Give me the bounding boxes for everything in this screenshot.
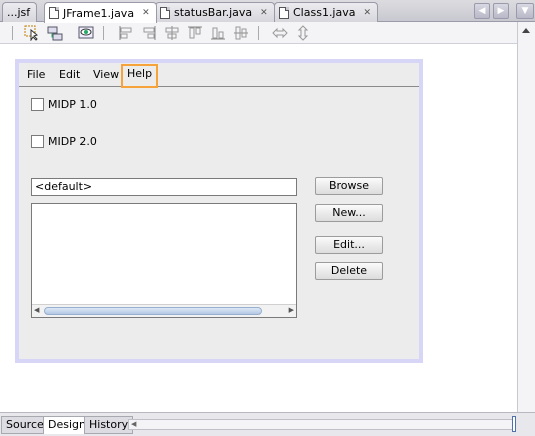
center-horizontal-icon[interactable] [164,25,180,41]
toolbar-separator [258,26,259,40]
close-icon[interactable]: ✕ [142,8,150,18]
center-vertical-icon[interactable] [233,25,249,41]
view-tab-bar: Source Design History ◀ [0,412,535,436]
connection-mode-icon[interactable] [47,25,63,41]
editor-tab-bar: ...jsf JFrame1.java ✕ statusBar.java ✕ C… [0,0,535,23]
checkbox-midp1[interactable]: MIDP 1.0 [31,98,97,111]
vertical-scrollbar[interactable] [517,22,535,412]
tab-label: statusBar.java [174,6,253,19]
scroll-tabs-left-icon[interactable]: ◀ [474,3,490,19]
tab-source[interactable]: Source [1,416,49,434]
tab-jframe1[interactable]: JFrame1.java ✕ [44,2,157,23]
design-canvas: File Edit View Help MIDP 1.0 MIDP 2.0 <d… [0,44,517,412]
tab-statusbar[interactable]: statusBar.java ✕ [155,2,275,22]
scroll-left-icon[interactable]: ◀ [34,306,39,314]
checkbox-box[interactable] [31,98,44,111]
menu-bar: File Edit View Help [19,63,419,88]
toolbar-separator [103,26,104,40]
checkbox-label: MIDP 1.0 [48,98,97,111]
checkbox-box[interactable] [31,135,44,148]
align-right-icon[interactable] [141,25,157,41]
toolbar-separator [12,26,13,40]
horizontal-scrollbar[interactable]: ◀ ▶ [32,304,296,317]
scroll-left-icon[interactable]: ◀ [131,420,136,428]
java-file-icon [49,7,59,19]
scroll-right-icon[interactable]: ▶ [289,306,294,314]
item-list[interactable]: ◀ ▶ [31,203,297,318]
close-icon[interactable]: ✕ [363,8,371,18]
change-horizontal-resizability-icon[interactable] [272,25,288,41]
close-icon[interactable]: ✕ [260,8,268,18]
change-vertical-resizability-icon[interactable] [295,25,311,41]
horizontal-scrollbar[interactable]: ◀ [128,419,513,430]
tab-history[interactable]: History [84,416,134,434]
tab-label: JFrame1.java [63,6,135,20]
checkbox-midp2[interactable]: MIDP 2.0 [31,135,97,148]
scroll-end-marker [512,416,516,432]
edit-button[interactable]: Edit... [315,236,383,254]
profile-text-field[interactable]: <default> [31,178,297,196]
align-left-icon[interactable] [118,25,134,41]
java-file-icon [279,6,289,19]
align-bottom-icon[interactable] [210,25,226,41]
selection-mode-icon[interactable] [24,25,40,42]
preview-design-icon[interactable] [78,25,94,41]
menu-view[interactable]: View [89,66,123,86]
tab-class1[interactable]: Class1.java ✕ [274,2,379,22]
checkbox-label: MIDP 2.0 [48,135,97,148]
tab-label: ...jsf [7,6,31,19]
scroll-thumb[interactable] [44,307,262,315]
tab-list-menu-icon[interactable]: ▼ [516,3,534,19]
delete-button[interactable]: Delete [315,262,383,280]
menu-help[interactable]: Help [121,64,159,88]
tab-jsf[interactable]: ...jsf [2,2,38,22]
designer-toolbar [0,22,517,44]
tab-label: Class1.java [293,6,356,19]
scroll-tabs-right-icon[interactable]: ▶ [493,3,509,19]
scroll-up-icon[interactable] [521,26,531,34]
browse-button[interactable]: Browse [315,177,383,195]
align-top-icon[interactable] [187,25,203,41]
jframe-form[interactable]: File Edit View Help MIDP 1.0 MIDP 2.0 <d… [15,59,423,363]
menu-file[interactable]: File [23,66,49,86]
new-button[interactable]: New... [315,204,383,222]
menu-edit[interactable]: Edit [55,66,84,86]
java-file-icon [160,6,170,19]
